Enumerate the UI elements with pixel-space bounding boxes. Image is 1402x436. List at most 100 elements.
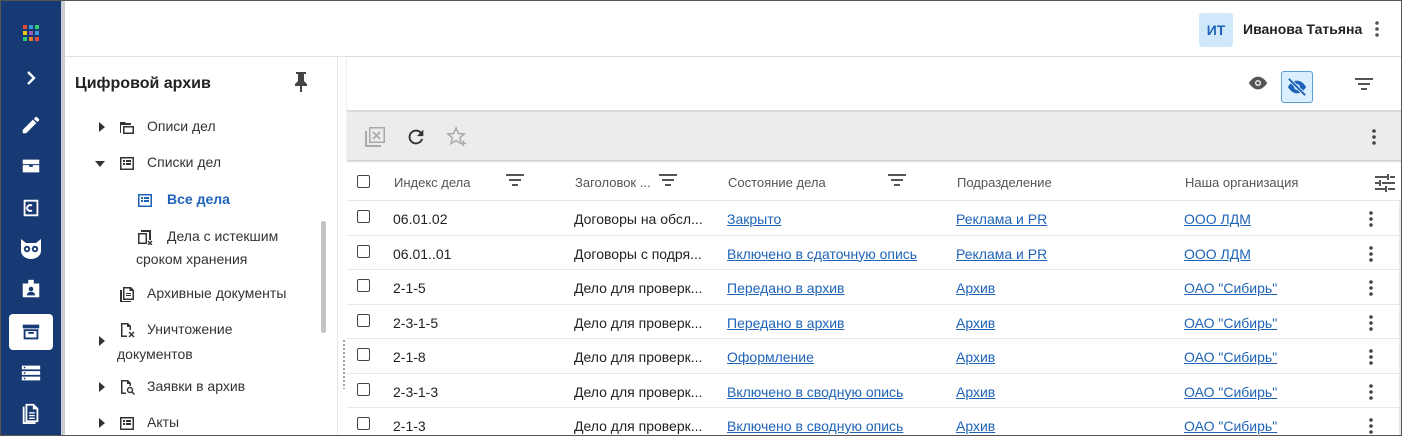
cell-state-link[interactable]: Включено в сводную опись bbox=[727, 418, 947, 434]
inbox-tray-icon[interactable] bbox=[1, 146, 61, 186]
row-more-icon[interactable] bbox=[1361, 382, 1381, 402]
row-checkbox[interactable] bbox=[357, 417, 370, 430]
tree-item-acts[interactable]: Акты bbox=[65, 411, 315, 435]
column-header-dept[interactable]: Подразделение bbox=[957, 175, 1052, 190]
cell-dept-link[interactable]: Реклама и PR bbox=[956, 246, 1156, 262]
cell-state-link[interactable]: Включено в сдаточную опись bbox=[727, 246, 947, 262]
star-add-icon[interactable] bbox=[445, 125, 469, 149]
row-checkbox[interactable] bbox=[357, 348, 370, 361]
tree-item-label: Заявки в архив bbox=[147, 378, 246, 394]
cell-state-link[interactable]: Закрыто bbox=[727, 211, 947, 227]
table-row[interactable]: 2-1-8 Дело для проверк... Оформление Архив О… bbox=[347, 339, 1401, 374]
document-delete-icon bbox=[121, 323, 135, 338]
row-checkbox[interactable] bbox=[357, 313, 370, 327]
eye-icon[interactable] bbox=[1247, 75, 1269, 96]
expand-down-icon[interactable] bbox=[95, 159, 105, 169]
column-filter-icon[interactable] bbox=[888, 173, 906, 187]
column-filter-icon[interactable] bbox=[506, 173, 524, 187]
tree-item-spiski[interactable]: Списки дел bbox=[65, 151, 315, 175]
chevron-right-icon[interactable] bbox=[1, 58, 61, 98]
tree-item-label: Архивные документы bbox=[147, 285, 287, 301]
owl-icon[interactable] bbox=[1, 228, 61, 268]
tree-item-vse-dela[interactable]: Все дела bbox=[65, 188, 315, 212]
row-more-icon[interactable] bbox=[1361, 244, 1381, 264]
letter-c-icon[interactable] bbox=[1, 188, 61, 228]
cell-dept-link[interactable]: Архив bbox=[956, 280, 1156, 296]
tree-item-label-line2: сроком хранения bbox=[136, 251, 248, 267]
tree-item-archive-docs[interactable]: Архивные документы bbox=[65, 282, 315, 306]
list-box-icon bbox=[120, 417, 134, 430]
row-checkbox[interactable] bbox=[357, 244, 370, 258]
tree-item-requests[interactable]: Заявки в архив bbox=[65, 375, 315, 399]
cell-org-link[interactable]: ОАО "Сибирь" bbox=[1184, 315, 1344, 331]
cell-org-link[interactable]: ОАО "Сибирь" bbox=[1184, 349, 1344, 365]
tree-scrollbar[interactable] bbox=[321, 221, 326, 333]
column-header-title[interactable]: Заголовок ... bbox=[575, 175, 651, 190]
cell-org-link[interactable]: ОАО "Сибирь" bbox=[1184, 418, 1344, 434]
table-row[interactable]: 2-1-3 Дело для проверк... Включено в сводн… bbox=[347, 408, 1401, 435]
user-name[interactable]: Иванова Татьяна bbox=[1243, 21, 1362, 37]
expand-right-icon[interactable] bbox=[97, 336, 107, 346]
avatar[interactable]: ИТ bbox=[1199, 13, 1233, 47]
pencil-icon[interactable] bbox=[1, 105, 61, 145]
cell-org-link[interactable]: ООО ЛДМ bbox=[1184, 246, 1344, 262]
cell-dept-link[interactable]: Архив bbox=[956, 384, 1156, 400]
grid-header: Индекс дела Заголовок ... Состояние дела… bbox=[347, 163, 1401, 201]
tree-item-destruction[interactable]: Уничтожение документов bbox=[65, 318, 315, 366]
expand-right-icon[interactable] bbox=[97, 122, 107, 132]
folder-stack-icon bbox=[120, 122, 134, 134]
expand-right-icon[interactable] bbox=[97, 382, 107, 392]
cell-org-link[interactable]: ОАО "Сибирь" bbox=[1184, 384, 1344, 400]
pin-icon[interactable] bbox=[293, 71, 309, 98]
cell-state-link[interactable]: Передано в архив bbox=[727, 280, 947, 296]
row-more-icon[interactable] bbox=[1361, 209, 1381, 229]
row-checkbox[interactable] bbox=[357, 279, 370, 292]
apps-grid-icon[interactable] bbox=[1, 13, 61, 53]
cell-state-link[interactable]: Оформление bbox=[727, 349, 947, 365]
column-header-index[interactable]: Индекс дела bbox=[394, 175, 470, 190]
eye-off-icon bbox=[1287, 77, 1307, 97]
table-row[interactable]: 2-3-1-5 Дело для проверк... Передано в арх… bbox=[347, 304, 1401, 339]
eye-off-button[interactable] bbox=[1281, 71, 1313, 103]
cell-dept-link[interactable]: Архив bbox=[956, 315, 1156, 331]
select-all-checkbox[interactable] bbox=[357, 175, 370, 188]
more-vert-icon[interactable] bbox=[1362, 125, 1386, 149]
cell-dept-link[interactable]: Архив bbox=[956, 418, 1156, 434]
more-vert-icon[interactable] bbox=[1365, 17, 1389, 41]
document-list-icon[interactable] bbox=[1, 393, 61, 433]
drag-handle-icon[interactable] bbox=[342, 339, 346, 389]
clear-selection-icon[interactable] bbox=[363, 125, 387, 149]
table-row[interactable]: 2-1-5 Дело для проверк... Передано в архив… bbox=[347, 270, 1401, 305]
tree-item-expired[interactable]: Дела с истекшим сроком хранения bbox=[65, 225, 315, 271]
archive-box-icon[interactable] bbox=[1, 312, 61, 352]
app-window: ИТ Иванова Татьяна Цифровой архив Описи … bbox=[0, 0, 1402, 436]
row-more-icon[interactable] bbox=[1361, 313, 1381, 333]
cell-state-link[interactable]: Передано в архив bbox=[727, 315, 947, 331]
refresh-icon[interactable] bbox=[404, 125, 428, 149]
tree-item-opisi[interactable]: Описи дел bbox=[65, 115, 315, 139]
storage-stack-icon[interactable] bbox=[1, 353, 61, 393]
cell-state-link[interactable]: Включено в сводную опись bbox=[727, 384, 947, 400]
table-row[interactable]: 06.01.02 Договоры на обсл... Закрыто Реклам… bbox=[347, 201, 1401, 236]
row-more-icon[interactable] bbox=[1361, 278, 1381, 298]
row-checkbox[interactable] bbox=[357, 210, 370, 223]
expired-files-icon bbox=[138, 230, 153, 245]
cell-dept-link[interactable]: Архив bbox=[956, 349, 1156, 365]
row-more-icon[interactable] bbox=[1361, 347, 1381, 367]
table-row[interactable]: 2-3-1-3 Дело для проверк... Включено в сво… bbox=[347, 373, 1401, 408]
table-row[interactable]: 06.01..01 Договоры с подря... Включено в с… bbox=[347, 235, 1401, 270]
badge-id-icon[interactable] bbox=[1, 269, 61, 309]
list-box-icon bbox=[120, 157, 134, 170]
cell-org-link[interactable]: ООО ЛДМ bbox=[1184, 211, 1344, 227]
row-checkbox[interactable] bbox=[357, 382, 370, 396]
column-filter-icon[interactable] bbox=[659, 173, 677, 187]
row-more-icon[interactable] bbox=[1361, 416, 1381, 435]
filter-icon[interactable] bbox=[1355, 77, 1373, 96]
cell-title: Дело для проверк... bbox=[574, 418, 703, 434]
cell-dept-link[interactable]: Реклама и PR bbox=[956, 211, 1156, 227]
column-header-state[interactable]: Состояние дела bbox=[728, 175, 826, 190]
cell-org-link[interactable]: ОАО "Сибирь" bbox=[1184, 280, 1344, 296]
column-settings-icon[interactable] bbox=[1375, 174, 1395, 192]
column-header-org[interactable]: Наша организация bbox=[1185, 175, 1298, 190]
expand-right-icon[interactable] bbox=[97, 418, 107, 428]
